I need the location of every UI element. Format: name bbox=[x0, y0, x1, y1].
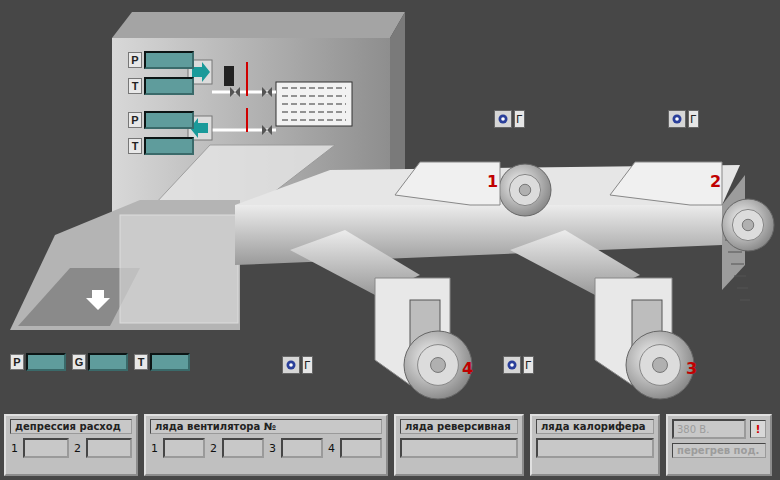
voltage-field: 380 В. bbox=[672, 419, 746, 439]
supply-readout: T bbox=[128, 77, 194, 95]
valve-icon bbox=[230, 87, 240, 97]
readout-label: T bbox=[134, 354, 148, 370]
control-group: ляда вентилятора № 1 2 3 4 bbox=[144, 414, 388, 476]
field-number: 2 bbox=[73, 442, 82, 455]
thermometer-icon bbox=[246, 108, 248, 132]
readout-value[interactable] bbox=[26, 353, 66, 371]
fan-2 bbox=[722, 199, 774, 251]
inlet-duct bbox=[10, 200, 240, 330]
field-number: 1 bbox=[10, 442, 19, 455]
field-row: 12 bbox=[10, 438, 132, 458]
readout-field: T bbox=[128, 137, 194, 155]
readout-value[interactable] bbox=[150, 353, 190, 371]
field-row: 1 2 3 4 bbox=[150, 438, 382, 458]
field-box[interactable] bbox=[400, 438, 518, 458]
readout-field: T bbox=[128, 77, 194, 95]
return-readout: P bbox=[128, 111, 194, 129]
valve-icon bbox=[262, 87, 272, 97]
group-title: ляда реверсивная bbox=[400, 419, 518, 434]
status-icon bbox=[494, 110, 512, 128]
field-box[interactable] bbox=[23, 438, 69, 458]
field-box[interactable] bbox=[281, 438, 323, 458]
fan-number: 3 bbox=[686, 359, 697, 378]
readout-value[interactable] bbox=[144, 51, 194, 69]
dot-icon bbox=[498, 114, 508, 124]
arrow-right-icon bbox=[192, 62, 210, 82]
dot-icon bbox=[672, 114, 682, 124]
arrow-down-icon bbox=[86, 290, 110, 310]
group-title: ляда калорифера bbox=[536, 419, 654, 434]
readout-value[interactable] bbox=[144, 137, 194, 155]
group-title: депрессия расход bbox=[10, 419, 132, 434]
readout-value[interactable] bbox=[144, 111, 194, 129]
indicator-symbol: Г bbox=[523, 356, 534, 374]
readout-value[interactable] bbox=[144, 77, 194, 95]
fan-number: 4 bbox=[462, 359, 473, 378]
control-group: ляда реверсивная bbox=[394, 414, 524, 476]
supply-readout: P bbox=[128, 51, 194, 69]
indicator-symbol: Г bbox=[688, 110, 699, 128]
readout-label: T bbox=[128, 138, 142, 154]
group-title: ляда вентилятора № bbox=[150, 419, 382, 434]
readout-label: T bbox=[128, 78, 142, 94]
fan-number: 2 bbox=[710, 172, 721, 191]
readout-label: P bbox=[128, 112, 142, 128]
indicator[interactable]: Г bbox=[282, 356, 313, 374]
readout-field: P bbox=[128, 111, 194, 129]
readout-field: T bbox=[134, 353, 190, 371]
dot-icon bbox=[286, 360, 296, 370]
inlet-readouts: PGT bbox=[10, 353, 190, 371]
status-icon bbox=[503, 356, 521, 374]
readout-label: P bbox=[10, 354, 24, 370]
control-group: ляда калорифера bbox=[530, 414, 660, 476]
field-number: 1 bbox=[150, 442, 159, 455]
alarm-indicator: ! bbox=[750, 420, 766, 438]
valve-icon bbox=[262, 125, 272, 135]
field-number: 4 bbox=[327, 442, 336, 455]
field-row bbox=[400, 438, 518, 458]
gauge-icon bbox=[224, 66, 234, 86]
readout-field: P bbox=[10, 353, 66, 371]
fan-1 bbox=[499, 164, 551, 216]
readout-field: P bbox=[128, 51, 194, 69]
thermometer-icon bbox=[246, 62, 248, 96]
field-row bbox=[536, 438, 654, 458]
bottom-panel: депрессия расход12ляда вентилятора №1234… bbox=[0, 412, 780, 480]
field-number: 2 bbox=[209, 442, 218, 455]
field-box[interactable] bbox=[340, 438, 382, 458]
field-number: 3 bbox=[268, 442, 277, 455]
field-box[interactable] bbox=[222, 438, 264, 458]
field-row: 380 В.! bbox=[672, 419, 766, 439]
readout-field: G bbox=[72, 353, 128, 371]
field-box[interactable] bbox=[86, 438, 132, 458]
return-readout: T bbox=[128, 137, 194, 155]
fan-number: 1 bbox=[487, 172, 498, 191]
fan-3 bbox=[626, 331, 694, 399]
status-icon bbox=[668, 110, 686, 128]
indicator[interactable]: Г bbox=[668, 110, 699, 128]
field-box[interactable] bbox=[536, 438, 654, 458]
canvas: 1234PTPTPGTГГГГ bbox=[0, 0, 780, 412]
readout-label: P bbox=[128, 52, 142, 68]
control-group: депрессия расход12 bbox=[4, 414, 138, 476]
heat-exchanger bbox=[212, 62, 352, 135]
indicator-symbol: Г bbox=[514, 110, 525, 128]
indicator[interactable]: Г bbox=[503, 356, 534, 374]
screen: 1234PTPTPGTГГГГдепрессия расход12ляда ве… bbox=[0, 0, 780, 480]
indicator-symbol: Г bbox=[302, 356, 313, 374]
overheat-label: перегрев под. bbox=[672, 443, 766, 458]
field-box[interactable] bbox=[163, 438, 205, 458]
power-group: 380 В.! перегрев под. bbox=[666, 414, 772, 476]
readout-label: G bbox=[72, 354, 86, 370]
status-icon bbox=[282, 356, 300, 374]
readout-value[interactable] bbox=[88, 353, 128, 371]
ventilation-diagram: 1 2 3 4 bbox=[0, 0, 780, 412]
dot-icon bbox=[507, 360, 517, 370]
indicator[interactable]: Г bbox=[494, 110, 525, 128]
